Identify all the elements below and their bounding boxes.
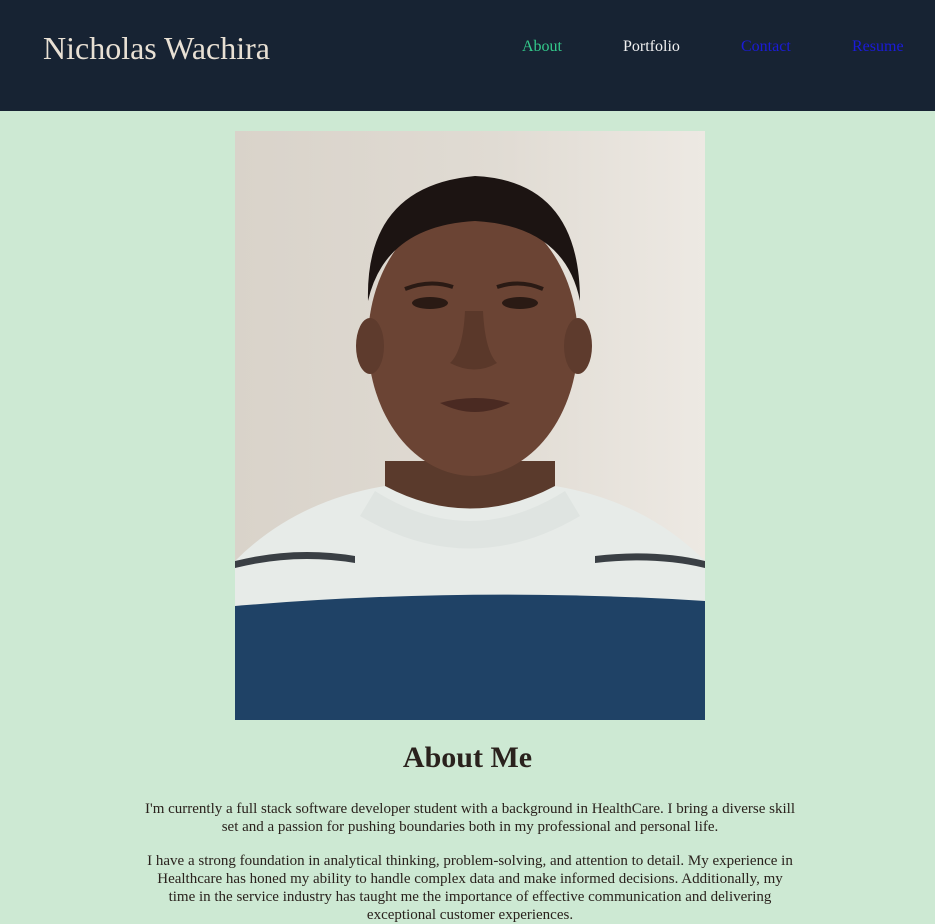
nav-portfolio-link[interactable]: Portfolio <box>623 38 680 56</box>
profile-photo-illustration <box>235 176 705 720</box>
site-header: Nicholas Wachira About Portfolio Contact… <box>0 0 935 111</box>
about-heading: About Me <box>402 741 533 774</box>
nav-resume-link[interactable]: Resume <box>852 38 904 56</box>
profile-photo <box>235 131 705 720</box>
about-paragraph: I'm currently a full stack software deve… <box>145 801 795 835</box>
nav-contact-link[interactable]: Contact <box>741 38 791 56</box>
site-title: Nicholas Wachira <box>43 30 270 66</box>
nav-about-link[interactable]: About <box>522 38 562 56</box>
about-paragraph: I have a strong foundation in analytical… <box>147 853 793 923</box>
